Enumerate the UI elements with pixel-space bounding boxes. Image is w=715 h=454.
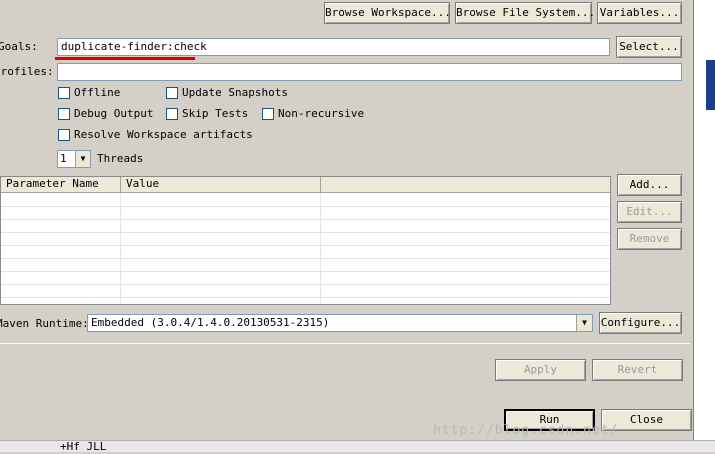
table-header: Parameter Name Value: [1, 177, 610, 193]
table-cell[interactable]: [121, 193, 321, 206]
apply-button[interactable]: Apply: [495, 359, 586, 381]
maven-runtime-label: Maven Runtime:: [0, 317, 89, 330]
profiles-label: Profiles:: [0, 65, 54, 78]
table-cell[interactable]: [121, 232, 321, 245]
table-cell[interactable]: [121, 219, 321, 232]
remove-parameter-button[interactable]: Remove: [617, 228, 682, 250]
column-header-parameter-name[interactable]: Parameter Name: [1, 177, 121, 192]
table-cell[interactable]: [1, 219, 121, 232]
update-snapshots-label: Update Snapshots: [182, 86, 288, 99]
table-row[interactable]: [1, 193, 610, 207]
add-parameter-button[interactable]: Add...: [617, 174, 682, 196]
browse-workspace-button[interactable]: Browse Workspace...: [324, 2, 451, 24]
edit-parameter-button[interactable]: Edit...: [617, 201, 682, 223]
table-cell[interactable]: [1, 245, 121, 258]
table-cell[interactable]: [1, 206, 121, 219]
table-row[interactable]: [1, 297, 610, 304]
non-recursive-label: Non-recursive: [278, 107, 365, 120]
watermark-text: http://blog.csdn.net/: [433, 423, 619, 438]
table-cell[interactable]: [121, 258, 321, 271]
offline-label: Offline: [74, 86, 121, 99]
profiles-input[interactable]: [57, 63, 682, 81]
table-row[interactable]: [1, 219, 610, 233]
update-snapshots-checkbox[interactable]: [166, 87, 178, 99]
table-cell[interactable]: [1, 284, 121, 297]
non-recursive-checkbox[interactable]: [262, 108, 274, 120]
skip-tests-label: Skip Tests: [182, 107, 249, 120]
goals-label: Goals:: [0, 40, 38, 53]
bottom-taskbar-edge: [0, 440, 715, 452]
goals-select-button[interactable]: Select...: [616, 36, 682, 58]
threads-value: 1: [60, 152, 67, 165]
goals-input[interactable]: duplicate-finder:check: [57, 38, 610, 56]
table-cell[interactable]: [1, 271, 121, 284]
table-cell[interactable]: [121, 284, 321, 297]
table-row[interactable]: [1, 284, 610, 298]
table-row[interactable]: [1, 258, 610, 272]
browse-file-system-button[interactable]: Browse File System...: [455, 2, 595, 24]
resolve-workspace-checkbox[interactable]: [58, 129, 70, 141]
table-row[interactable]: [1, 206, 610, 220]
configure-runtime-button[interactable]: Configure...: [599, 312, 682, 334]
skip-tests-checkbox[interactable]: [166, 108, 178, 120]
table-cell[interactable]: [1, 258, 121, 271]
offline-checkbox[interactable]: [58, 87, 70, 99]
column-header-value[interactable]: Value: [121, 177, 321, 192]
dialog-frame-edge: [693, 0, 694, 452]
threads-label: Threads: [97, 152, 144, 165]
background-blue-bar: [706, 60, 715, 110]
variables-button[interactable]: Variables...: [597, 2, 682, 24]
parameters-table[interactable]: Parameter Name Value: [0, 176, 611, 305]
table-cell[interactable]: [121, 271, 321, 284]
table-cell[interactable]: [1, 193, 121, 206]
table-row[interactable]: [1, 245, 610, 259]
threads-select[interactable]: 1 ▼: [57, 150, 91, 168]
annotation-underline: [55, 57, 195, 60]
maven-runtime-value: Embedded (3.0.4/1.4.0.20130531-2315): [91, 316, 330, 329]
chevron-down-icon[interactable]: ▼: [75, 151, 90, 167]
revert-button[interactable]: Revert: [592, 359, 683, 381]
table-cell[interactable]: [121, 245, 321, 258]
table-cell[interactable]: [1, 297, 121, 304]
table-row[interactable]: [1, 271, 610, 285]
chevron-down-icon[interactable]: ▼: [576, 315, 592, 331]
table-cell[interactable]: [121, 297, 321, 304]
maven-runtime-select[interactable]: Embedded (3.0.4/1.4.0.20130531-2315) ▼: [87, 314, 593, 332]
table-cell[interactable]: [121, 206, 321, 219]
table-row[interactable]: [1, 232, 610, 246]
debug-output-label: Debug Output: [74, 107, 154, 120]
debug-output-checkbox[interactable]: [58, 108, 70, 120]
section-divider: [0, 343, 690, 344]
table-cell[interactable]: [1, 232, 121, 245]
resolve-workspace-label: Resolve Workspace artifacts: [74, 128, 253, 141]
